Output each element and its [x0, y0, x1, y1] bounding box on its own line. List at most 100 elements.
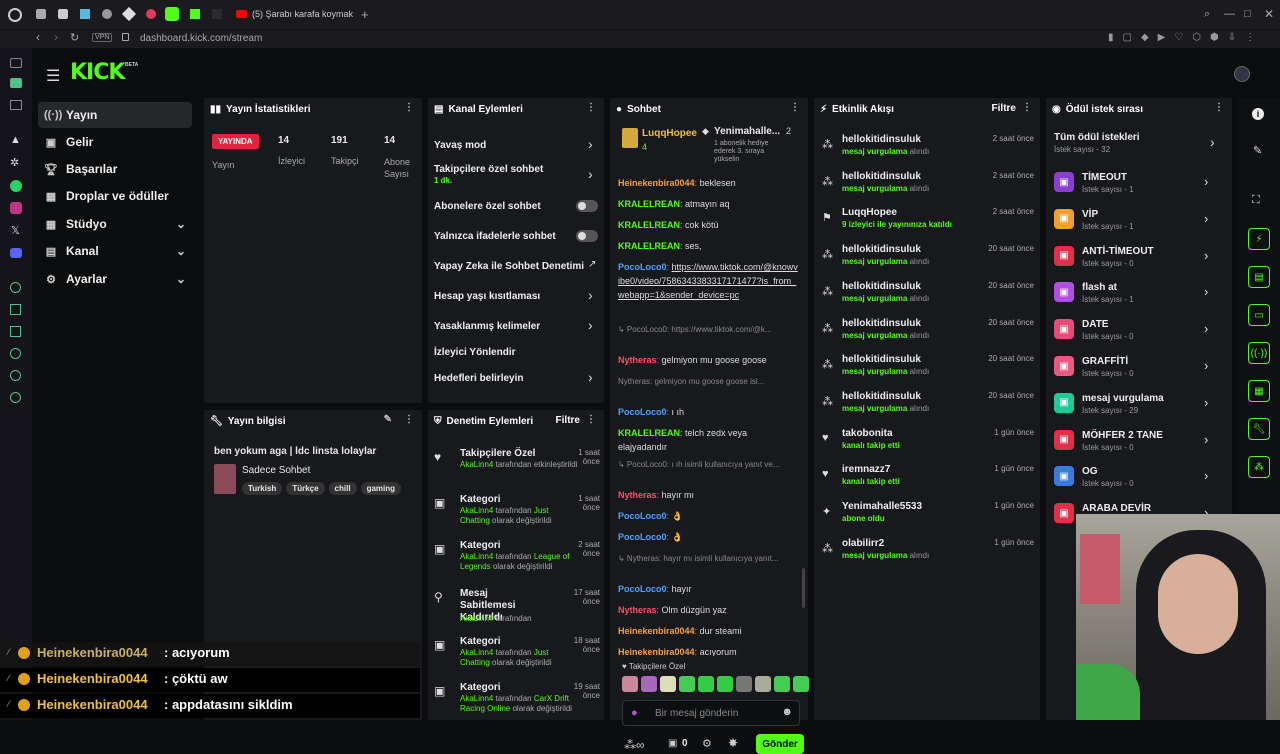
back-button[interactable]: ‹ — [36, 30, 40, 44]
nav-item-studyo[interactable]: ▦ Stüdyo ⌄ — [38, 211, 192, 237]
nav-item-ayarlar[interactable]: ⚙ Ayarlar ⌄ — [38, 266, 192, 292]
emote[interactable] — [622, 676, 638, 692]
activity-user[interactable]: iremnazz7 — [842, 464, 890, 475]
nav-item-gelir[interactable]: ▣ Gelir — [38, 129, 192, 155]
chat-username[interactable]: PocoLoco0 — [618, 584, 667, 594]
chevron-right-icon[interactable]: › — [1204, 432, 1208, 447]
reward-row[interactable]: ▣ OG İstek sayısı - 0 › — [1054, 464, 1224, 498]
nav-item-kanal[interactable]: ▤ Kanal ⌄ — [38, 238, 192, 264]
activity-user[interactable]: hellokitidinsuluk — [842, 391, 921, 402]
emote[interactable] — [641, 676, 657, 692]
category-name[interactable]: Sadece Sohbet — [242, 465, 310, 476]
host-channel[interactable]: İzleyici Yönlendir — [434, 346, 516, 358]
points-icon[interactable]: ▣ — [668, 738, 677, 749]
tab-icon-blank[interactable] — [212, 9, 222, 19]
activity-user[interactable]: hellokitidinsuluk — [842, 171, 921, 182]
send-button[interactable]: Gönder — [756, 734, 804, 754]
more-icon[interactable]: ⋮ — [404, 102, 414, 113]
reward-row[interactable]: ▣ DATE İstek sayısı - 0 › — [1054, 317, 1224, 351]
search-icon[interactable]: ⌕ — [1204, 8, 1210, 21]
chat-username[interactable]: KRALELREAN — [618, 220, 680, 230]
chat-username[interactable]: PocoLoco0 — [618, 407, 667, 417]
expand-icon[interactable]: ⛶ — [1252, 194, 1260, 207]
followers-only-chat[interactable]: Takipçilere özel sohbet 1 dk. — [434, 164, 543, 185]
activity-user[interactable]: olabilirr2 — [842, 538, 884, 549]
chevron-right-icon[interactable]: › — [1204, 284, 1208, 299]
chevron-right-icon[interactable]: › — [588, 166, 593, 182]
avatar[interactable] — [1234, 66, 1250, 82]
chat-username[interactable]: Nytheras — [618, 355, 657, 365]
nav-item-droplar[interactable]: ▦ Droplar ve ödüller — [38, 183, 192, 209]
users-tool-icon[interactable]: ⁂ — [1248, 456, 1270, 478]
activity-user[interactable]: hellokitidinsuluk — [842, 134, 921, 145]
clock-icon[interactable] — [10, 348, 21, 359]
player-icon[interactable] — [10, 100, 22, 110]
reload-button[interactable]: ↻ — [70, 31, 79, 44]
settings-icon[interactable]: ⚙ — [702, 737, 712, 750]
chatgpt-icon[interactable]: ✲ — [10, 156, 19, 169]
emote[interactable] — [736, 676, 752, 692]
tag[interactable]: Turkish — [242, 482, 283, 495]
new-tab-button[interactable]: + — [361, 7, 369, 22]
tag[interactable]: Türkçe — [286, 482, 325, 495]
reward-row[interactable]: ▣ flash at İstek sayısı - 1 › — [1054, 280, 1224, 314]
more-icon[interactable]: ⋮ — [1214, 102, 1224, 113]
chat-username[interactable]: PocoLoco0 — [618, 532, 667, 542]
chevron-right-icon[interactable]: › — [1204, 174, 1208, 189]
filter-button[interactable]: Filtre — [992, 103, 1016, 114]
activity-user[interactable]: Yenimahalle5533 — [842, 501, 922, 512]
mod-user[interactable]: AkaLinn4 — [460, 506, 493, 515]
minimize-button[interactable]: — — [1224, 8, 1235, 20]
chevron-right-icon[interactable]: › — [588, 287, 593, 303]
settings-icon[interactable] — [10, 392, 21, 403]
mod-user[interactable]: AkaLinn4 — [460, 460, 493, 469]
tab-title[interactable]: (5) Şarabı karafa koymak — [252, 9, 353, 19]
chat-tool-icon[interactable]: ▭ — [1248, 304, 1270, 326]
emote-only-toggle[interactable] — [576, 230, 598, 242]
emoji-icon[interactable]: ☻ — [781, 706, 793, 718]
browser-extension-icons[interactable]: ▮▢◆▶♡⬡⬢⇩⋮ — [1108, 32, 1264, 43]
reward-row[interactable]: ▣ TİMEOUT İstek sayısı - 1 › — [1054, 170, 1224, 204]
slow-mode[interactable]: Yavaş mod — [434, 139, 486, 151]
chat-username[interactable]: Heinekenbira0044 — [618, 626, 695, 636]
activity-user[interactable]: hellokitidinsuluk — [842, 354, 921, 365]
more-icon[interactable]: ⋮ — [404, 414, 414, 425]
chat-username[interactable]: KRALELREAN — [618, 241, 680, 251]
workspace-icon[interactable] — [10, 58, 22, 68]
info-icon[interactable]: i — [1252, 108, 1264, 120]
pencil-icon[interactable]: ✎ — [1253, 144, 1262, 157]
top-gifter-name[interactable]: LuqqHopee — [642, 128, 697, 139]
tab-icon-3[interactable] — [80, 9, 90, 19]
reward-row[interactable]: ▣ MÖHFER 2 TANE İstek sayısı - 0 › — [1054, 428, 1224, 462]
reward-row[interactable]: ▣ VİP İstek sayısı - 1 › — [1054, 207, 1224, 241]
chat-username[interactable]: Nytheras — [618, 605, 657, 615]
more-icon[interactable]: ⋮ — [1022, 102, 1032, 113]
chevron-right-icon[interactable]: › — [1204, 395, 1208, 410]
kick-gift-icon[interactable]: ⁂∞ — [624, 738, 645, 752]
x-icon[interactable]: 𝕏 — [11, 224, 20, 237]
tab-icon-1[interactable] — [36, 9, 46, 19]
chat-input[interactable]: ● Bir mesaj gönderin ☻ — [622, 700, 800, 726]
broadcast-tool-icon[interactable]: ((·)) — [1248, 342, 1270, 364]
vpn-badge[interactable]: VPN — [92, 33, 113, 42]
more-icon[interactable]: ⋮ — [790, 102, 800, 113]
whatsapp-web-icon[interactable] — [10, 78, 22, 88]
chat-scrollbar[interactable] — [802, 568, 805, 608]
tab-icon-4[interactable] — [102, 9, 112, 19]
badge-icon[interactable]: ✸ — [728, 736, 738, 750]
reward-row[interactable]: ▣ GRAFFİTİ İstek sayısı - 0 › — [1054, 354, 1224, 388]
close-button[interactable]: ✕ — [1264, 7, 1274, 21]
edit-icon[interactable]: ✎ — [384, 414, 392, 425]
opera-logo-icon[interactable] — [8, 8, 22, 22]
tag[interactable]: chill — [328, 482, 357, 495]
gifter-name[interactable]: Yenimahalle... — [714, 126, 780, 137]
subscribers-only-toggle[interactable] — [576, 200, 598, 212]
external-link-icon[interactable]: ↗ — [588, 259, 596, 270]
aria-icon[interactable]: ▲ — [10, 134, 21, 146]
emote[interactable] — [717, 676, 733, 692]
chevron-right-icon[interactable]: › — [1204, 211, 1208, 226]
maximize-button[interactable]: □ — [1244, 8, 1251, 20]
mod-user[interactable]: AkaLinn4 — [460, 648, 493, 657]
chevron-right-icon[interactable]: › — [588, 369, 593, 385]
activity-user[interactable]: LuqqHopee — [842, 207, 897, 218]
